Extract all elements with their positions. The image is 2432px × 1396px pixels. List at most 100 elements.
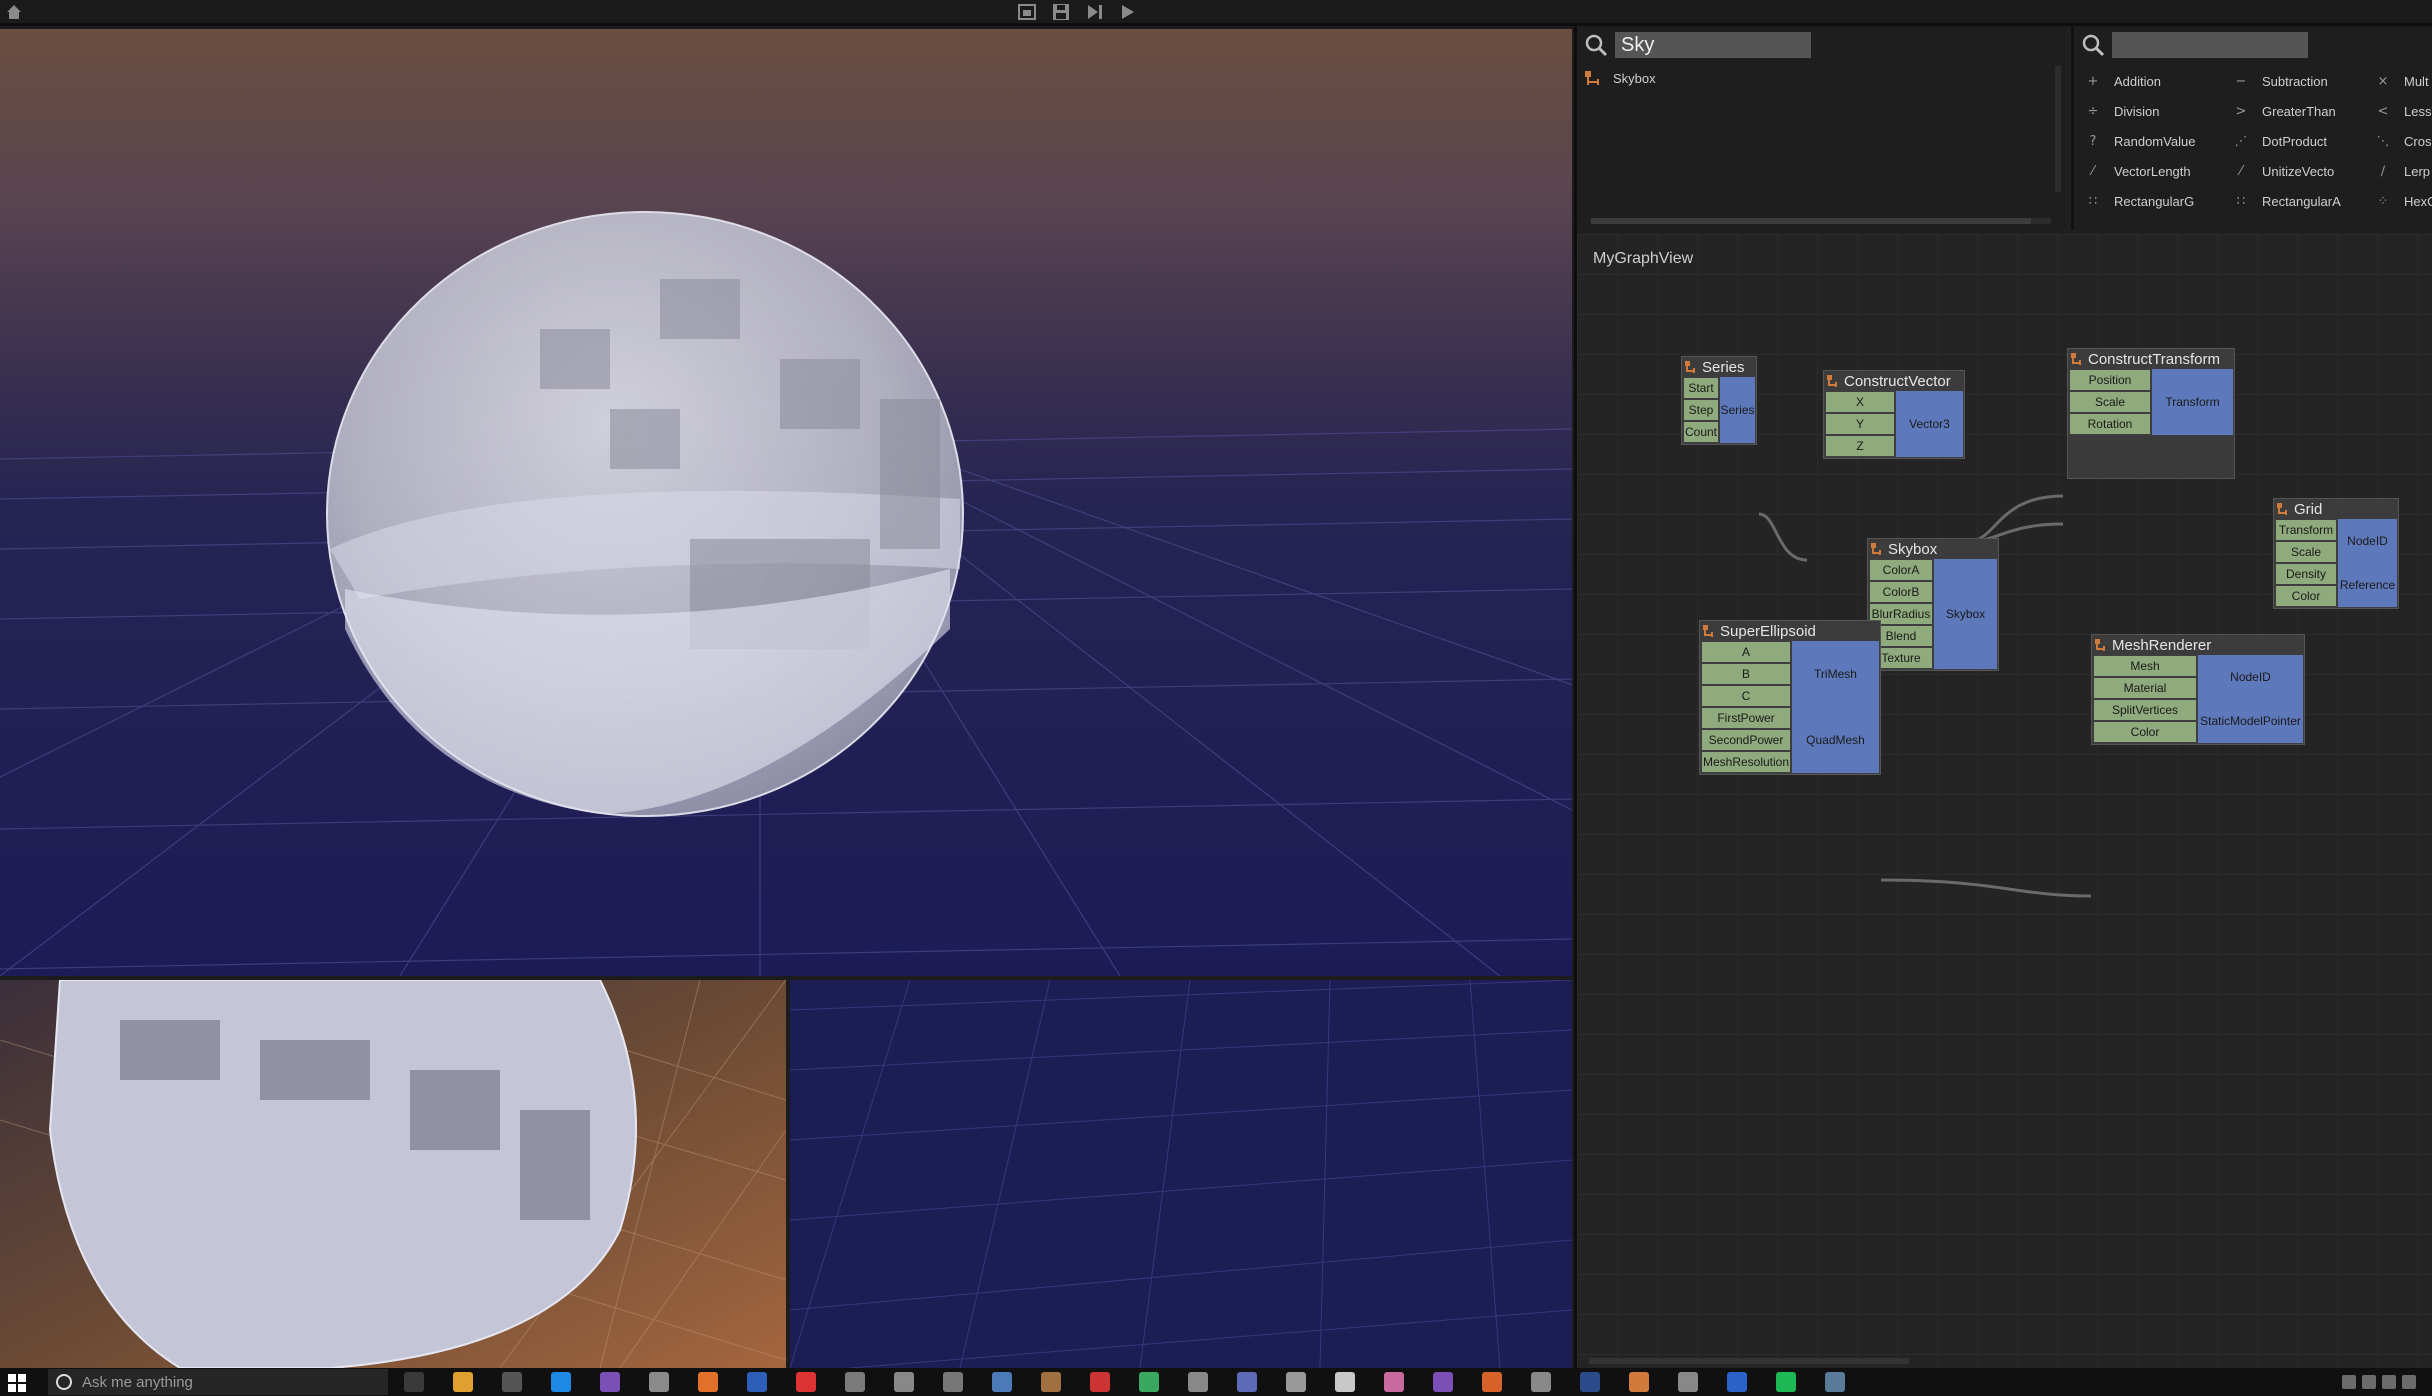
output-port[interactable]: Vector3 (1895, 391, 1963, 457)
input-port[interactable]: FirstPower (1701, 707, 1791, 729)
input-port[interactable]: Mesh (2093, 655, 2197, 677)
taskbar-app-icon[interactable] (894, 1372, 914, 1392)
taskbar-app-icon[interactable] (796, 1372, 816, 1392)
node-series[interactable]: Series Start Step Count Series (1681, 356, 1757, 445)
taskbar-app-icon[interactable] (1041, 1372, 1061, 1392)
node-super-ellipsoid[interactable]: SuperEllipsoid A B C FirstPower SecondPower Me… (1699, 620, 1881, 775)
results-horizontal-scrollbar[interactable] (1591, 218, 2051, 224)
library-item-greaterthan[interactable]: > GreaterThan (2232, 100, 2336, 122)
input-port[interactable]: Scale (2069, 391, 2151, 413)
save-icon[interactable] (1048, 2, 1074, 22)
taskbar-app-icon[interactable] (845, 1372, 865, 1392)
node-header[interactable]: ConstructVector (1824, 371, 1964, 391)
node-construct-transform[interactable]: ConstructTransform Position Scale Rotation T… (2067, 348, 2235, 479)
input-port[interactable]: ColorB (1869, 581, 1933, 603)
taskbar-app-icon[interactable] (1433, 1372, 1453, 1392)
input-port[interactable]: Rotation (2069, 413, 2151, 435)
input-port[interactable]: Color (2275, 585, 2337, 607)
play-icon[interactable] (1114, 2, 1140, 22)
node-header[interactable]: Series (1682, 357, 1756, 377)
search-result-item[interactable]: Skybox (1577, 66, 1777, 90)
library-item-rectangulara[interactable]: ∷ RectangularA (2232, 190, 2341, 212)
node-header[interactable]: Grid (2274, 499, 2398, 519)
library-item-randomvalue[interactable]: ? RandomValue (2084, 130, 2196, 152)
input-port[interactable]: B (1701, 663, 1791, 685)
taskbar-app-icon[interactable] (551, 1372, 571, 1392)
output-port[interactable]: NodeID (2197, 655, 2303, 699)
library-item-dotproduct[interactable]: ⋰ DotProduct (2232, 130, 2328, 152)
taskbar-app-icon[interactable] (1139, 1372, 1159, 1392)
input-port[interactable]: SecondPower (1701, 729, 1791, 751)
library-item-cros[interactable]: ⋱ Cros (2374, 130, 2432, 152)
input-port[interactable]: Step (1683, 399, 1719, 421)
input-port[interactable]: Start (1683, 377, 1719, 399)
taskbar-app-icon[interactable] (943, 1372, 963, 1392)
graph-horizontal-scrollbar[interactable] (1589, 1358, 1909, 1364)
taskbar-app-icon[interactable] (747, 1372, 767, 1392)
output-port[interactable]: QuadMesh (1791, 707, 1879, 773)
node-skybox[interactable]: Skybox ColorA ColorB BlurRadius Blend Texture… (1867, 538, 1999, 671)
taskbar-app-icon[interactable] (1678, 1372, 1698, 1392)
taskbar-app-icon[interactable] (1580, 1372, 1600, 1392)
input-port[interactable]: Color (2093, 721, 2197, 743)
taskbar-app-icon[interactable] (1237, 1372, 1257, 1392)
input-port[interactable]: X (1825, 391, 1895, 413)
output-port[interactable]: TriMesh (1791, 641, 1879, 707)
input-port[interactable]: Material (2093, 677, 2197, 699)
taskbar-app-icon[interactable] (1482, 1372, 1502, 1392)
graph-view[interactable]: MyGraphView Series Start Step Count Series Co… (1577, 234, 2432, 1368)
step-icon[interactable] (1082, 2, 1108, 22)
library-item-division[interactable]: ÷ Division (2084, 100, 2160, 122)
taskbar-app-icon[interactable] (1286, 1372, 1306, 1392)
taskbar-app-icon[interactable] (698, 1372, 718, 1392)
bottom-left-viewport[interactable] (0, 980, 786, 1368)
output-port[interactable]: StaticModelPointer (2197, 699, 2303, 743)
node-header[interactable]: MeshRenderer (2092, 635, 2304, 655)
library-item-mult[interactable]: × Mult (2374, 70, 2429, 92)
taskbar-app-icon[interactable] (1384, 1372, 1404, 1392)
node-grid[interactable]: Grid Transform Scale Density Color NodeID Refe… (2273, 498, 2399, 609)
node-header[interactable]: SuperEllipsoid (1700, 621, 1880, 641)
output-port[interactable]: Transform (2151, 369, 2233, 435)
node-mesh-renderer[interactable]: MeshRenderer Mesh Material SplitVertices Col… (2091, 634, 2305, 745)
system-tray[interactable] (2342, 1372, 2422, 1392)
input-port[interactable]: Count (1683, 421, 1719, 443)
input-port[interactable]: Scale (2275, 541, 2337, 563)
taskbar-app-icon[interactable] (600, 1372, 620, 1392)
taskbar-app-icon[interactable] (1776, 1372, 1796, 1392)
taskbar-app-icon[interactable] (502, 1372, 522, 1392)
library-item-vectorlength[interactable]: ⁄ VectorLength (2084, 160, 2191, 182)
taskbar-app-icon[interactable] (992, 1372, 1012, 1392)
home-icon[interactable] (4, 2, 24, 22)
input-port[interactable]: Y (1825, 413, 1895, 435)
windows-start-icon[interactable] (8, 1374, 26, 1392)
input-port[interactable]: MeshResolution (1701, 751, 1791, 773)
output-port[interactable]: Series (1719, 377, 1755, 443)
node-search-input[interactable] (1615, 32, 1811, 58)
output-port[interactable]: NodeID (2337, 519, 2397, 563)
library-item-lerp[interactable]: ∕ Lerp (2374, 160, 2430, 182)
library-item-rectangularg[interactable]: ∷ RectangularG (2084, 190, 2194, 212)
new-scene-icon[interactable] (1014, 2, 1040, 22)
input-port[interactable]: ColorA (1869, 559, 1933, 581)
library-item-lesst[interactable]: < LessT (2374, 100, 2432, 122)
main-viewport[interactable] (0, 29, 1572, 976)
input-port[interactable]: SplitVertices (2093, 699, 2197, 721)
input-port[interactable]: A (1701, 641, 1791, 663)
input-port[interactable]: Position (2069, 369, 2151, 391)
input-port[interactable]: Density (2275, 563, 2337, 585)
taskbar-app-icon[interactable] (1335, 1372, 1355, 1392)
taskbar-app-icon[interactable] (1727, 1372, 1747, 1392)
taskbar-app-icon[interactable] (1629, 1372, 1649, 1392)
library-item-addition[interactable]: + Addition (2084, 70, 2161, 92)
cortana-search-box[interactable]: Ask me anything (48, 1369, 388, 1395)
taskbar-app-icon[interactable] (1531, 1372, 1551, 1392)
output-port[interactable]: Skybox (1933, 559, 1997, 669)
input-port[interactable]: C (1701, 685, 1791, 707)
taskbar-app-icon[interactable] (1188, 1372, 1208, 1392)
output-port[interactable]: Reference (2337, 563, 2397, 607)
node-construct-vector[interactable]: ConstructVector X Y Z Vector3 (1823, 370, 1965, 459)
taskbar-app-icon[interactable] (453, 1372, 473, 1392)
library-item-subtraction[interactable]: − Subtraction (2232, 70, 2328, 92)
node-header[interactable]: ConstructTransform (2068, 349, 2234, 369)
